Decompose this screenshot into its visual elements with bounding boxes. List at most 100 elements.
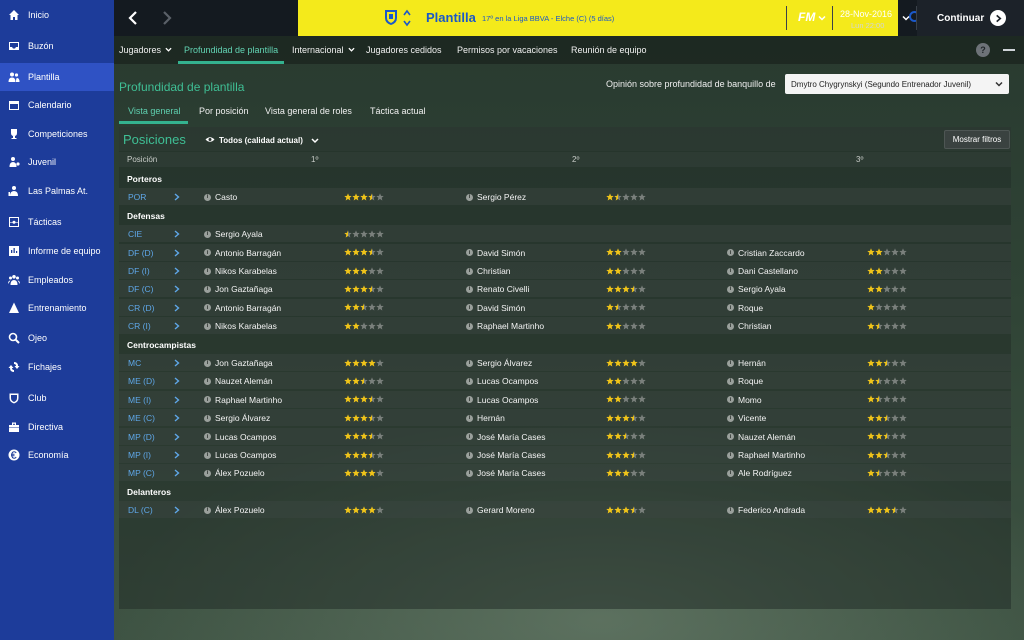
position-code[interactable]: CR (I) xyxy=(128,321,151,331)
tab-players[interactable]: Jugadores xyxy=(119,45,172,55)
player-name[interactable]: Jon Gaztañaga xyxy=(215,284,273,294)
opinion-staff-select[interactable]: Dmytro Chygrynskyi (Segundo Entrenador J… xyxy=(785,74,1009,94)
chevron-right-icon[interactable] xyxy=(174,230,180,238)
player-info-icon[interactable]: i xyxy=(204,506,211,514)
chevron-right-icon[interactable] xyxy=(174,414,180,422)
player-name[interactable]: Dani Castellano xyxy=(738,266,798,276)
fm-logo[interactable]: FM xyxy=(798,10,815,24)
position-code[interactable]: MC xyxy=(128,358,141,368)
chevron-down-icon[interactable] xyxy=(311,137,319,144)
chevron-right-icon[interactable] xyxy=(174,451,180,459)
player-info-icon[interactable]: i xyxy=(466,285,473,293)
club-switch-icon[interactable] xyxy=(402,8,412,28)
player-info-icon[interactable]: i xyxy=(204,285,211,293)
sidebar-item-inbox[interactable]: Buzón xyxy=(0,32,114,60)
chevron-down-icon[interactable] xyxy=(902,14,910,22)
tab-current-tactic[interactable]: Táctica actual xyxy=(370,106,426,116)
chevron-right-icon[interactable] xyxy=(174,396,180,404)
chevron-right-icon[interactable] xyxy=(174,377,180,385)
player-info-icon[interactable]: i xyxy=(466,322,473,330)
player-info-icon[interactable]: i xyxy=(204,451,211,459)
player-name[interactable]: Hernán xyxy=(477,413,505,423)
player-info-icon[interactable]: i xyxy=(466,506,473,514)
tab-holiday-permits[interactable]: Permisos por vacaciones xyxy=(457,45,558,55)
player-info-icon[interactable]: i xyxy=(466,451,473,459)
table-row[interactable] xyxy=(119,188,1011,206)
player-name[interactable]: Antonio Barragán xyxy=(215,303,281,313)
player-info-icon[interactable]: i xyxy=(727,267,734,275)
sidebar-item-finances[interactable]: Economía xyxy=(0,441,114,469)
player-info-icon[interactable]: i xyxy=(466,267,473,275)
player-name[interactable]: Federico Andrada xyxy=(738,505,805,515)
player-info-icon[interactable]: i xyxy=(727,285,734,293)
player-name[interactable]: Lucas Ocampos xyxy=(477,395,538,405)
player-name[interactable]: Ale Rodríguez xyxy=(738,468,792,478)
player-name[interactable]: José María Cases xyxy=(477,450,546,460)
position-code[interactable]: MP (C) xyxy=(128,468,155,478)
position-code[interactable]: CIE xyxy=(128,229,142,239)
player-info-icon[interactable]: i xyxy=(204,322,211,330)
player-name[interactable]: Sergio Ayala xyxy=(215,229,263,239)
player-info-icon[interactable]: i xyxy=(466,414,473,422)
chevron-right-icon[interactable] xyxy=(174,469,180,477)
player-name[interactable]: Nikos Karabelas xyxy=(215,266,277,276)
player-info-icon[interactable]: i xyxy=(466,193,473,201)
player-info-icon[interactable]: i xyxy=(727,414,734,422)
sidebar-item-reserve-team[interactable]: Las Palmas At. xyxy=(0,177,114,205)
player-name[interactable]: Jon Gaztañaga xyxy=(215,358,273,368)
chevron-right-icon[interactable] xyxy=(174,193,180,201)
player-name[interactable]: Álex Pozuelo xyxy=(215,468,265,478)
position-code[interactable]: ME (I) xyxy=(128,395,151,405)
chevron-right-icon[interactable] xyxy=(174,249,180,257)
player-name[interactable]: Nauzet Alemán xyxy=(215,376,273,386)
sidebar-item-squad[interactable]: Plantilla xyxy=(0,63,114,91)
current-date[interactable]: 28-Nov-2016 xyxy=(840,9,892,19)
sidebar-item-report[interactable]: Informe de equipo xyxy=(0,237,114,265)
player-info-icon[interactable]: i xyxy=(204,377,211,385)
show-filters-button[interactable]: Mostrar filtros xyxy=(944,130,1010,149)
player-info-icon[interactable]: i xyxy=(466,377,473,385)
player-name[interactable]: Hernán xyxy=(738,358,766,368)
position-code[interactable]: ME (D) xyxy=(128,376,155,386)
player-name[interactable]: Momo xyxy=(738,395,762,405)
chevron-right-icon[interactable] xyxy=(174,285,180,293)
player-info-icon[interactable]: i xyxy=(204,359,211,367)
player-info-icon[interactable]: i xyxy=(204,469,211,477)
player-info-icon[interactable]: i xyxy=(466,359,473,367)
player-info-icon[interactable]: i xyxy=(727,359,734,367)
player-name[interactable]: Antonio Barragán xyxy=(215,248,281,258)
player-name[interactable]: Lucas Ocampos xyxy=(477,376,538,386)
player-name[interactable]: David Simón xyxy=(477,248,525,258)
position-code[interactable]: DF (I) xyxy=(128,266,150,276)
player-name[interactable]: Raphael Martinho xyxy=(738,450,805,460)
chevron-right-icon[interactable] xyxy=(174,267,180,275)
chevron-right-icon[interactable] xyxy=(174,506,180,514)
continue-button[interactable]: Continuar xyxy=(917,0,1024,36)
tab-role-overview[interactable]: Vista general de roles xyxy=(265,106,352,116)
sidebar-item-board[interactable]: Directiva xyxy=(0,413,114,441)
sidebar-item-calendar[interactable]: Calendario xyxy=(0,91,114,119)
position-code[interactable]: DL (C) xyxy=(128,505,153,515)
back-button[interactable] xyxy=(116,0,150,36)
player-name[interactable]: Sergio Pérez xyxy=(477,192,526,202)
player-name[interactable]: Vicente xyxy=(738,413,766,423)
position-code[interactable]: ME (C) xyxy=(128,413,155,423)
sidebar-item-training[interactable]: Entrenamiento xyxy=(0,294,114,322)
player-name[interactable]: Nikos Karabelas xyxy=(215,321,277,331)
player-name[interactable]: Renato Civelli xyxy=(477,284,529,294)
tab-overview[interactable]: Vista general xyxy=(128,106,180,116)
player-info-icon[interactable]: i xyxy=(204,230,211,238)
player-name[interactable]: Christian xyxy=(738,321,772,331)
chevron-right-icon[interactable] xyxy=(174,433,180,441)
player-info-icon[interactable]: i xyxy=(727,377,734,385)
player-name[interactable]: Christian xyxy=(477,266,511,276)
player-name[interactable]: Lucas Ocampos xyxy=(215,432,276,442)
player-name[interactable]: Raphael Martinho xyxy=(215,395,282,405)
position-code[interactable]: MP (D) xyxy=(128,432,155,442)
position-code[interactable]: MP (I) xyxy=(128,450,151,460)
sidebar-item-club[interactable]: Club xyxy=(0,384,114,412)
sidebar-item-scouting[interactable]: Ojeo xyxy=(0,324,114,352)
sidebar-item-transfers[interactable]: Fichajes xyxy=(0,353,114,381)
tab-international[interactable]: Internacional xyxy=(292,45,355,55)
player-info-icon[interactable]: i xyxy=(727,322,734,330)
